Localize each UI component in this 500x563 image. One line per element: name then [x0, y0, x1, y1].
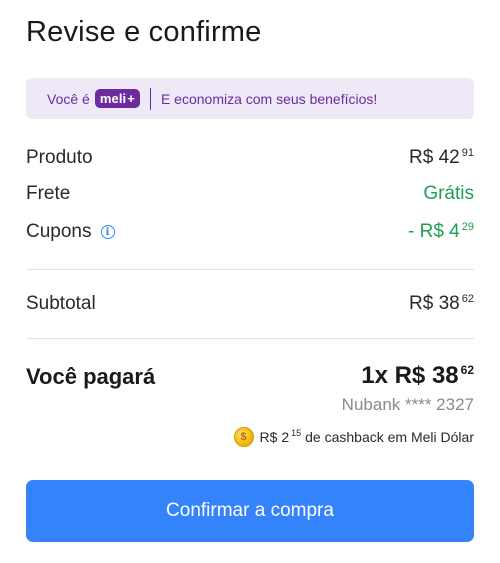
meli-benefit-text: E economiza com seus benefícios!: [160, 90, 378, 107]
cupons-label-group: Cupons i: [26, 221, 115, 243]
frete-label: Frete: [26, 183, 71, 204]
divider: [26, 338, 474, 339]
cupons-label: Cupons: [26, 221, 92, 242]
subtotal-value: R$ 38 62: [409, 293, 474, 315]
meli-dolar-coin-icon: $: [233, 427, 254, 447]
total-label: Você pagará: [26, 364, 156, 389]
cupons-value: - R$ 4 29: [408, 221, 474, 243]
meli-voce-label: Você é: [47, 90, 90, 107]
subtotal-label: Subtotal: [26, 293, 96, 314]
meli-badge-text: meli: [99, 91, 127, 106]
subtotal-value-cents: 62: [461, 292, 474, 305]
cashback-text: de cashback em Meli Dólar: [305, 429, 474, 445]
meli-banner-divider: [149, 87, 151, 110]
cashback-amount-cents: 15: [291, 428, 302, 439]
cashback-info: $ R$ 2 15 de cashback em Meli Dólar: [233, 427, 474, 447]
payment-method: Nubank **** 2327: [341, 395, 474, 414]
meli-plus-badge: meli +: [94, 89, 140, 108]
summary-row-frete: Frete Grátis: [26, 183, 474, 205]
total-amount-cents: 62: [460, 363, 474, 377]
frete-value: Grátis: [423, 183, 474, 204]
produto-value-cents: 91: [461, 146, 474, 159]
meli-plus-banner[interactable]: Você é meli + E economiza com seus benefí…: [26, 78, 474, 119]
meli-badge-plus: +: [127, 91, 135, 106]
info-icon[interactable]: i: [100, 225, 115, 239]
produto-label: Produto: [26, 147, 93, 168]
cashback-amount: R$ 2 15: [260, 429, 302, 445]
cupons-value-cents: 29: [461, 220, 474, 233]
divider: [26, 269, 474, 270]
total-amount: 1x R$ 38 62: [361, 362, 474, 390]
summary-row-cupons: Cupons i - R$ 4 29: [26, 221, 474, 243]
cashback-amount-main: R$ 2: [259, 429, 290, 445]
page-title: Revise e confirme: [26, 16, 262, 48]
cupons-value-main: - R$ 4: [408, 221, 460, 242]
produto-value-main: R$ 42: [409, 147, 460, 168]
summary-row-produto: Produto R$ 42 91: [26, 147, 474, 169]
summary-row-subtotal: Subtotal R$ 38 62: [26, 293, 474, 315]
subtotal-value-main: R$ 38: [409, 293, 460, 314]
confirm-purchase-button[interactable]: Confirmar a compra: [26, 480, 474, 542]
produto-value: R$ 42 91: [409, 147, 474, 169]
total-amount-main: 1x R$ 38: [361, 362, 459, 389]
